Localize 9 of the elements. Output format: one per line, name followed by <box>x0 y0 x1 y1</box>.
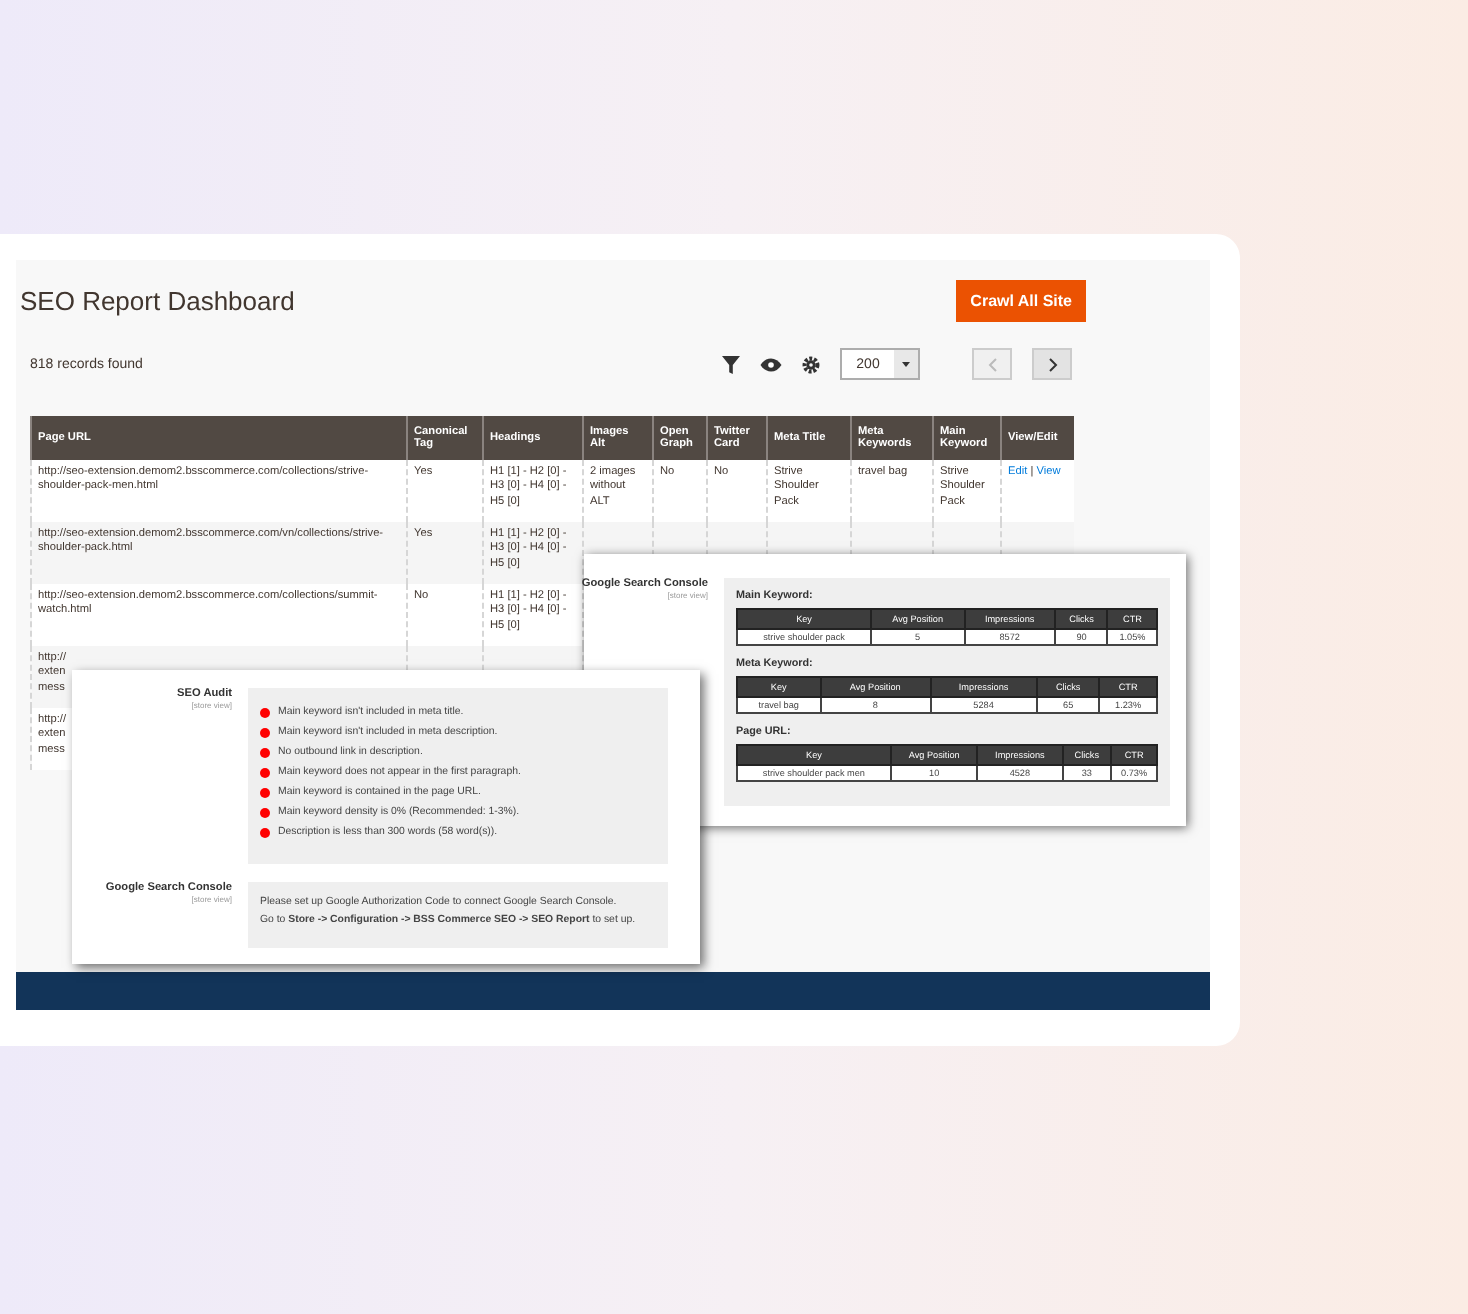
crawl-button[interactable]: Crawl All Site <box>956 279 1086 321</box>
filter-icon[interactable] <box>722 355 740 373</box>
chevron-right-icon <box>1047 357 1057 371</box>
caret-icon <box>894 350 918 378</box>
eye-icon[interactable] <box>760 357 782 371</box>
next-page-button[interactable] <box>1032 348 1072 380</box>
chevron-left-icon <box>987 357 997 371</box>
settings-icon[interactable] <box>802 355 820 373</box>
page-title: SEO Report Dashboard <box>20 285 295 315</box>
